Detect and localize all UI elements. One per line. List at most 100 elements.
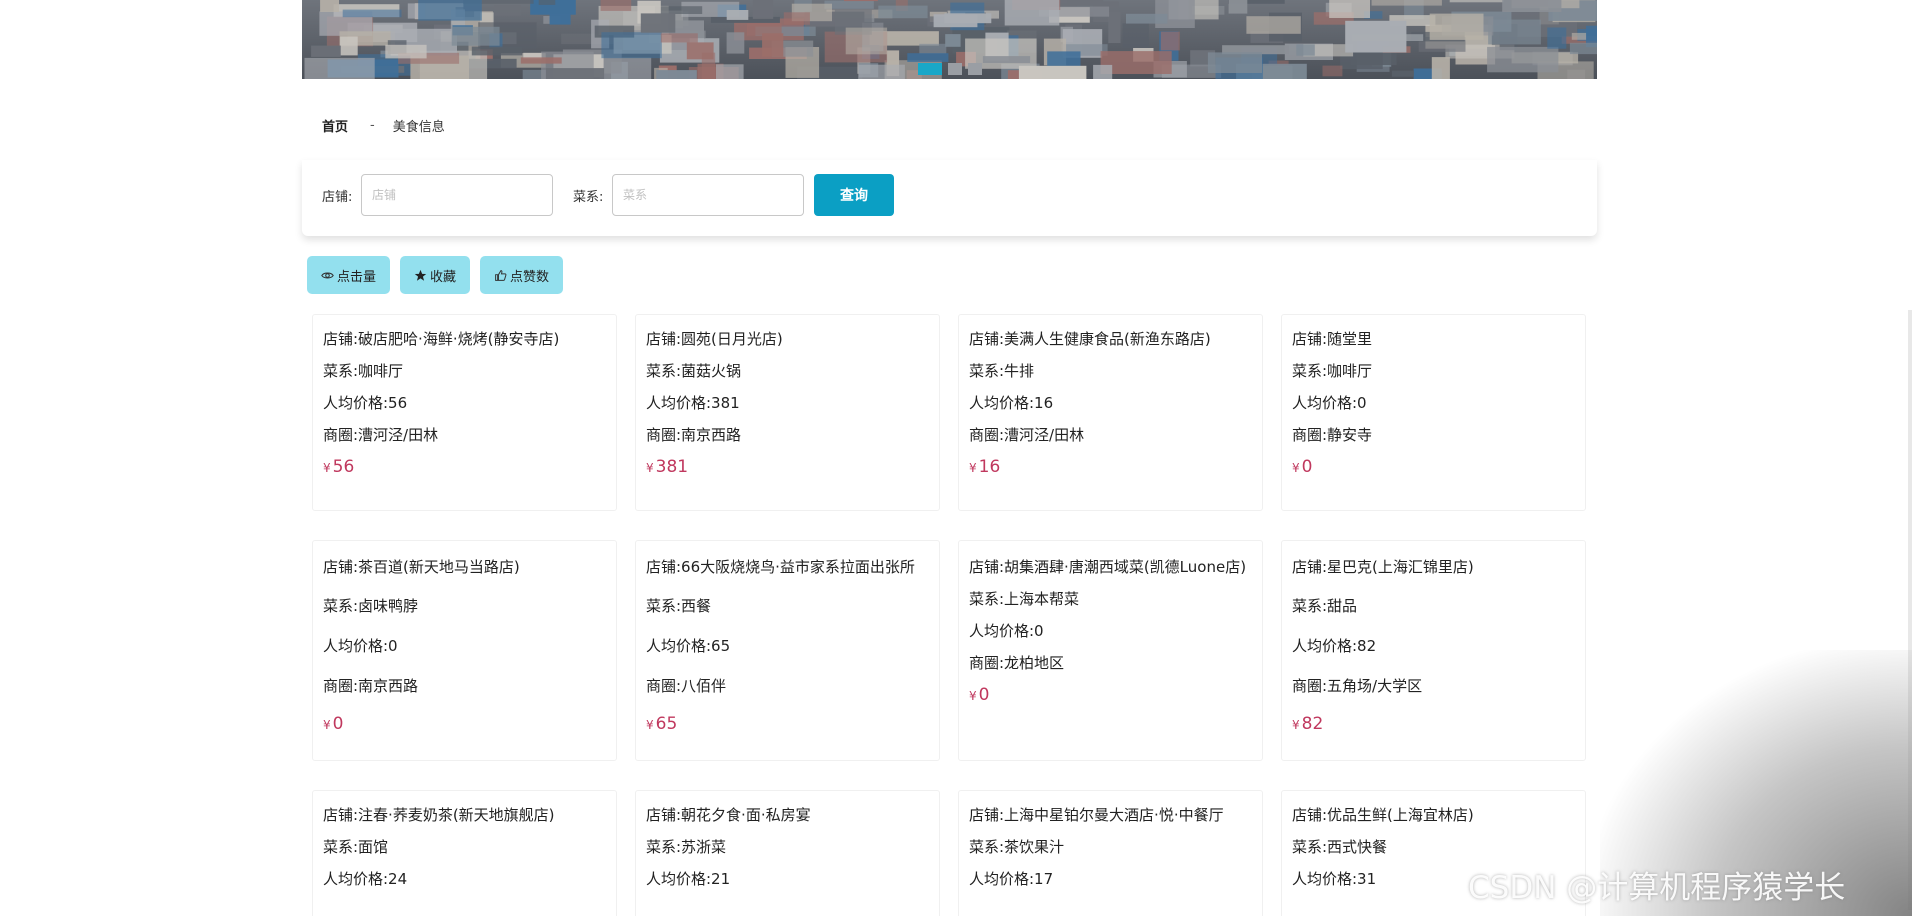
card-district: 商圈:南京西路 bbox=[323, 677, 419, 695]
building-shape bbox=[726, 32, 745, 54]
card-cuisine: 菜系:西餐 bbox=[646, 597, 712, 615]
card-cuisine: 菜系:咖啡厅 bbox=[323, 362, 404, 380]
card-shop: 店铺:优品生鲜(上海宜林店) bbox=[1292, 806, 1474, 824]
card-price: ¥0 bbox=[1292, 457, 1575, 477]
building-shape bbox=[716, 64, 744, 79]
building-shape bbox=[451, 26, 500, 46]
building-shape bbox=[1322, 65, 1343, 77]
building-shape bbox=[1371, 0, 1442, 6]
food-card[interactable]: 店铺:胡集酒肆·唐潮西域菜(凯德Luone店) 菜系:上海本帮菜 人均价格:0 … bbox=[958, 540, 1263, 761]
food-card[interactable]: 店铺:圆苑(日月光店) 菜系:菌菇火锅 人均价格:381 商圈:南京西路 ¥38… bbox=[635, 314, 940, 511]
building-shape bbox=[538, 0, 556, 5]
food-card[interactable]: 店铺:注春·荞麦奶茶(新天地旗舰店) 菜系:面馆 人均价格:24 bbox=[312, 790, 617, 916]
building-shape bbox=[385, 44, 427, 59]
building-shape bbox=[945, 34, 961, 47]
food-card[interactable]: 店铺:上海中星铂尔曼大酒店·悦·中餐厅 菜系:茶饮果汁 人均价格:17 bbox=[958, 790, 1263, 916]
building-shape bbox=[304, 57, 375, 79]
card-price: ¥56 bbox=[323, 457, 606, 477]
card-avg-price: 人均价格:0 bbox=[1292, 394, 1367, 412]
carousel-indicators bbox=[918, 63, 982, 75]
food-card[interactable]: 店铺:美满人生健康食品(新渔东路店) 菜系:牛排 人均价格:16 商圈:漕河泾/… bbox=[958, 314, 1263, 511]
building-shape bbox=[1329, 0, 1370, 19]
card-cuisine: 菜系:甜品 bbox=[1292, 597, 1358, 615]
building-shape bbox=[1571, 32, 1587, 40]
carousel-dot[interactable] bbox=[968, 63, 982, 75]
currency-symbol: ¥ bbox=[1292, 461, 1300, 475]
building-shape bbox=[545, 68, 605, 79]
card-shop: 店铺:星巴克(上海汇锦里店) bbox=[1292, 558, 1474, 576]
card-avg-price: 人均价格:56 bbox=[323, 394, 408, 412]
building-shape bbox=[747, 23, 782, 36]
building-shape bbox=[1207, 52, 1262, 73]
food-card[interactable]: 店铺:66大阪烧烧鸟·益市家系拉面出张所 菜系:西餐 人均价格:65 商圈:八佰… bbox=[635, 540, 940, 761]
building-shape bbox=[1067, 0, 1104, 6]
price-value: 0 bbox=[978, 685, 990, 705]
price-value: 0 bbox=[1301, 457, 1313, 477]
food-card[interactable]: 店铺:朝花夕食·面·私房宴 菜系:苏浙菜 人均价格:21 bbox=[635, 790, 940, 916]
page: 首页 - 美食信息 店铺: 菜系: 查询 点击量 收藏 点 bbox=[0, 0, 1912, 916]
building-shape bbox=[1122, 23, 1149, 49]
card-shop: 店铺:破店肥哈·海鲜·烧烤(静安寺店) bbox=[323, 330, 560, 348]
card-shop: 店铺:注春·荞麦奶茶(新天地旗舰店) bbox=[323, 806, 555, 824]
building-shape bbox=[418, 0, 482, 21]
banner-carousel[interactable] bbox=[302, 0, 1597, 79]
card-avg-price: 人均价格:82 bbox=[1292, 637, 1377, 655]
thumbs-up-icon bbox=[495, 269, 507, 281]
building-shape bbox=[1431, 57, 1450, 79]
building-shape bbox=[1429, 13, 1484, 40]
food-card[interactable]: 店铺:破店肥哈·海鲜·烧烤(静安寺店) 菜系:咖啡厅 人均价格:56 商圈:漕河… bbox=[312, 314, 617, 511]
card-district: 商圈:静安寺 bbox=[1292, 426, 1373, 444]
building-shape bbox=[1126, 13, 1168, 24]
card-district: 商圈:漕河泾/田林 bbox=[323, 426, 439, 444]
breadcrumb-separator: - bbox=[370, 118, 375, 133]
building-shape bbox=[654, 6, 703, 14]
card-avg-price: 人均价格:16 bbox=[969, 394, 1054, 412]
food-card[interactable]: 店铺:随堂里 菜系:咖啡厅 人均价格:0 商圈:静安寺 ¥0 bbox=[1281, 314, 1586, 511]
sort-button-label: 点击量 bbox=[337, 269, 377, 285]
card-shop: 店铺:66大阪烧烧鸟·益市家系拉面出张所 bbox=[646, 558, 915, 576]
cuisine-input[interactable] bbox=[612, 174, 804, 216]
currency-symbol: ¥ bbox=[969, 461, 977, 475]
shop-input[interactable] bbox=[361, 174, 553, 216]
currency-symbol: ¥ bbox=[969, 689, 977, 703]
sort-by-favorites-button[interactable]: 收藏 bbox=[400, 256, 471, 294]
food-card[interactable]: 店铺:星巴克(上海汇锦里店) 菜系:甜品 人均价格:82 商圈:五角场/大学区 … bbox=[1281, 540, 1586, 761]
building-shape bbox=[1547, 27, 1567, 49]
building-shape bbox=[1228, 0, 1248, 14]
carousel-dot[interactable] bbox=[948, 63, 962, 75]
currency-symbol: ¥ bbox=[323, 718, 331, 732]
building-shape bbox=[878, 5, 928, 19]
price-value: 82 bbox=[1301, 714, 1324, 734]
building-shape bbox=[520, 57, 562, 64]
building-shape bbox=[1004, 0, 1060, 26]
building-shape bbox=[311, 45, 341, 57]
food-card[interactable]: 店铺:茶百道(新天地马当路店) 菜系:卤味鸭脖 人均价格:0 商圈:南京西路 ¥… bbox=[312, 540, 617, 761]
sort-by-likes-button[interactable]: 点赞数 bbox=[480, 256, 564, 294]
star-icon bbox=[414, 269, 427, 281]
building-shape bbox=[752, 0, 774, 19]
card-district: 商圈:龙柏地区 bbox=[969, 654, 1065, 672]
currency-symbol: ¥ bbox=[646, 718, 654, 732]
sort-by-clicks-button[interactable]: 点击量 bbox=[307, 256, 391, 294]
carousel-dot[interactable] bbox=[918, 63, 942, 75]
building-shape bbox=[601, 32, 662, 59]
breadcrumb-current: 美食信息 bbox=[392, 120, 445, 135]
building-shape bbox=[494, 5, 521, 16]
building-shape bbox=[762, 33, 784, 57]
building-shape bbox=[933, 14, 978, 28]
breadcrumb-home[interactable]: 首页 bbox=[322, 116, 348, 135]
price-value: 381 bbox=[655, 457, 689, 477]
search-panel: 店铺: 菜系: 查询 bbox=[302, 160, 1597, 236]
card-cuisine: 菜系:茶饮果汁 bbox=[969, 838, 1065, 856]
currency-symbol: ¥ bbox=[646, 461, 654, 475]
building-shape bbox=[726, 10, 749, 20]
building-shape bbox=[1296, 44, 1315, 56]
card-cuisine: 菜系:苏浙菜 bbox=[646, 838, 727, 856]
card-shop: 店铺:胡集酒肆·唐潮西域菜(凯德Luone店) bbox=[969, 558, 1247, 576]
search-button[interactable]: 查询 bbox=[814, 174, 894, 216]
card-cuisine: 菜系:面馆 bbox=[323, 838, 389, 856]
card-shop: 店铺:圆苑(日月光店) bbox=[646, 330, 783, 348]
building-shape bbox=[1093, 64, 1113, 79]
card-price: ¥16 bbox=[969, 457, 1252, 477]
currency-symbol: ¥ bbox=[323, 461, 331, 475]
